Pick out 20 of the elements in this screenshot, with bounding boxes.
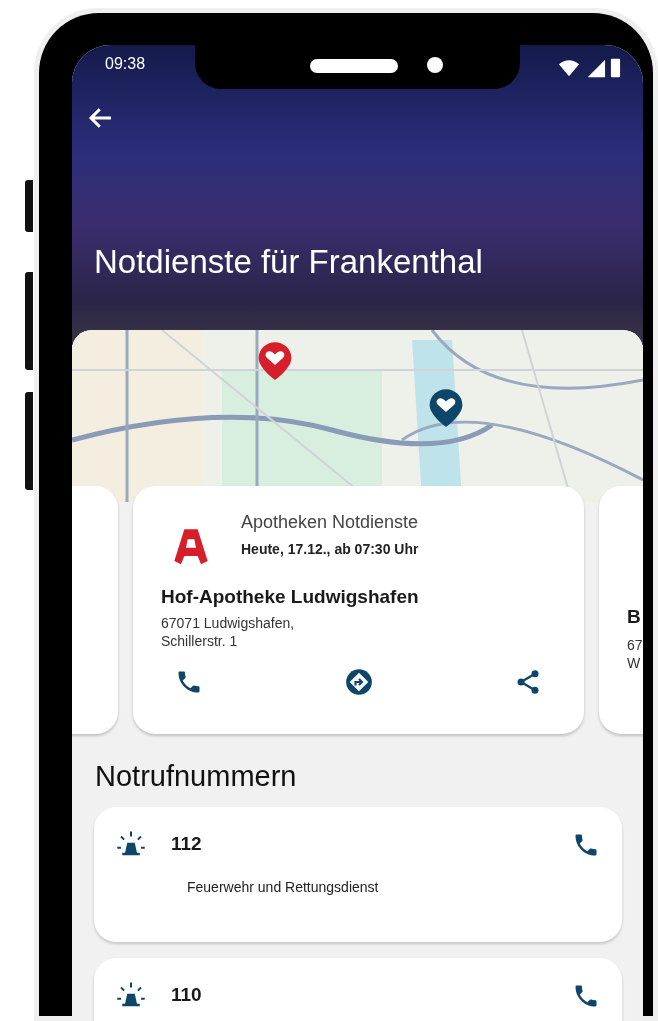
- emergency-card[interactable]: 112 Feuerwehr und Rettungsdienst: [94, 807, 622, 942]
- service-card[interactable]: Apotheken Notdienste Heute, 17.12., ab 07:30 Uhr Hof-Apotheke Ludwigshafen 67071 Ludwigshafen, Schillerstr. 1: [133, 486, 584, 734]
- page-title: Notdienste für Frankenthal: [94, 243, 483, 281]
- pharmacy-address: 67 W: [627, 636, 643, 672]
- pharmacy-name: B: [627, 606, 642, 628]
- status-time: 09:38: [105, 55, 146, 73]
- section-title: Notrufnummern: [95, 760, 298, 793]
- emergency-card[interactable]: 110: [94, 958, 622, 1021]
- service-card[interactable]: B 67 W: [599, 486, 643, 734]
- service-date: Heute, 17.12., ab 07:30 Uhr: [241, 541, 419, 557]
- wifi-icon: [558, 57, 580, 79]
- battery-icon: [610, 57, 621, 79]
- service-category: Apotheken Notdienste: [241, 512, 419, 533]
- pharmacy-name: Hof-Apotheke Ludwigshafen: [161, 586, 420, 608]
- pharmacy-address: 67071 Ludwigshafen, Schillerstr. 1: [161, 614, 296, 650]
- emergency-description: Feuerwehr und Rettungsdienst: [187, 879, 380, 895]
- camera-dot: [427, 57, 443, 73]
- directions-icon[interactable]: [344, 668, 373, 696]
- emergency-number: 112: [171, 833, 202, 855]
- emergency-number: 110: [171, 984, 202, 1006]
